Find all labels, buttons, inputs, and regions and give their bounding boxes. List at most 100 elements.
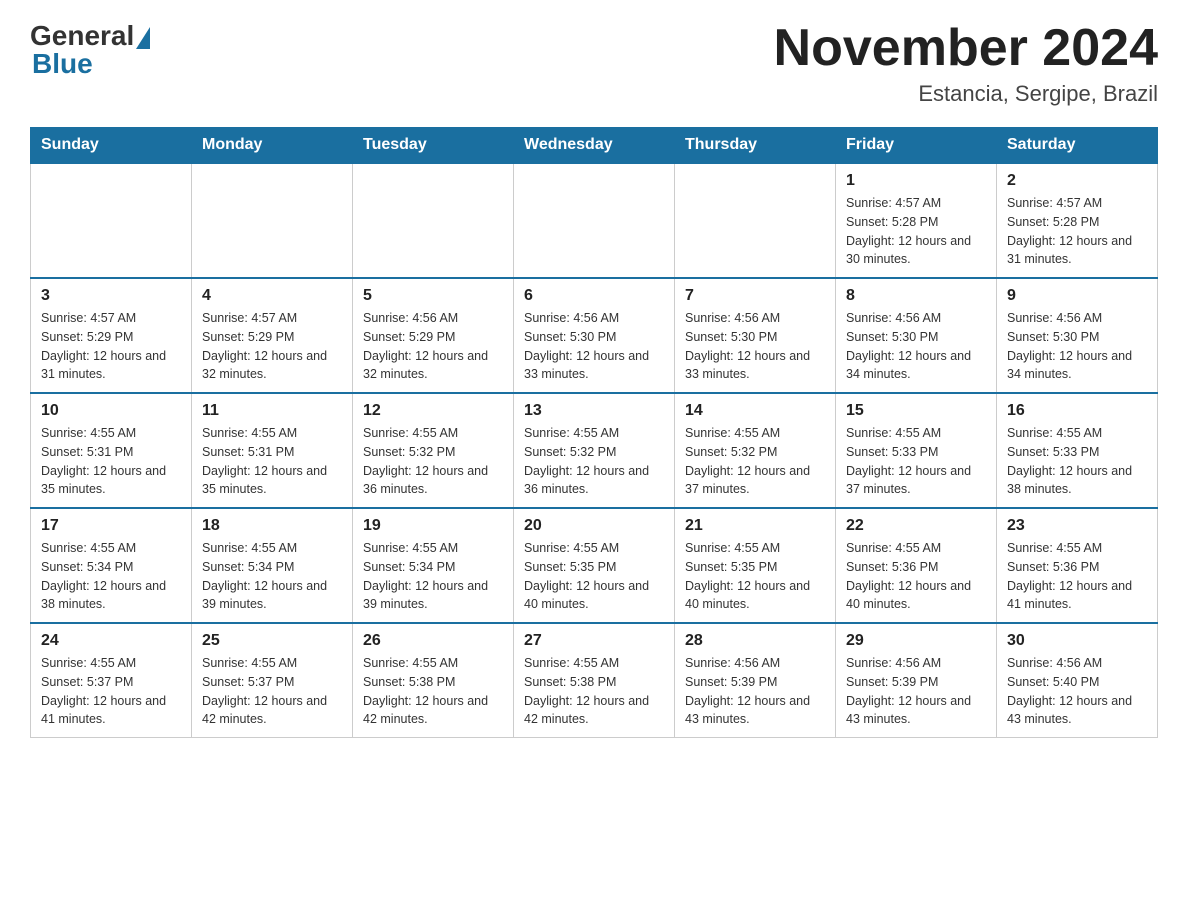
day-number: 4 bbox=[202, 287, 342, 305]
calendar-cell: 26 Sunrise: 4:55 AMSunset: 5:38 PMDayligh… bbox=[353, 623, 514, 738]
calendar-cell bbox=[31, 163, 192, 278]
day-number: 20 bbox=[524, 517, 664, 535]
calendar-cell: 25 Sunrise: 4:55 AMSunset: 5:37 PMDayligh… bbox=[192, 623, 353, 738]
week-row-4: 17 Sunrise: 4:55 AMSunset: 5:34 PMDayligh… bbox=[31, 508, 1158, 623]
calendar-cell: 13 Sunrise: 4:55 AMSunset: 5:32 PMDayligh… bbox=[514, 393, 675, 508]
day-header-wednesday: Wednesday bbox=[514, 128, 675, 164]
calendar-cell: 16 Sunrise: 4:55 AMSunset: 5:33 PMDayligh… bbox=[997, 393, 1158, 508]
calendar-cell: 1 Sunrise: 4:57 AMSunset: 5:28 PMDaylight… bbox=[836, 163, 997, 278]
day-header-thursday: Thursday bbox=[675, 128, 836, 164]
day-sun-info: Sunrise: 4:56 AMSunset: 5:40 PMDaylight:… bbox=[1007, 654, 1147, 729]
calendar-cell: 23Sunrise: 4:55 AMSunset: 5:36 PMDayligh… bbox=[997, 508, 1158, 623]
day-number: 14 bbox=[685, 402, 825, 420]
day-number: 25 bbox=[202, 632, 342, 650]
calendar-cell: 29 Sunrise: 4:56 AMSunset: 5:39 PMDayligh… bbox=[836, 623, 997, 738]
day-sun-info: Sunrise: 4:55 AMSunset: 5:33 PMDaylight:… bbox=[1007, 424, 1147, 499]
day-sun-info: Sunrise: 4:57 AMSunset: 5:29 PMDaylight:… bbox=[202, 309, 342, 384]
calendar-cell: 14 Sunrise: 4:55 AMSunset: 5:32 PMDayligh… bbox=[675, 393, 836, 508]
day-number: 17 bbox=[41, 517, 181, 535]
calendar-cell: 10 Sunrise: 4:55 AMSunset: 5:31 PMDayligh… bbox=[31, 393, 192, 508]
day-sun-info: Sunrise: 4:55 AMSunset: 5:32 PMDaylight:… bbox=[524, 424, 664, 499]
title-block: November 2024 Estancia, Sergipe, Brazil bbox=[774, 20, 1158, 107]
calendar-cell: 9 Sunrise: 4:56 AMSunset: 5:30 PMDaylight… bbox=[997, 278, 1158, 393]
calendar-cell: 27 Sunrise: 4:55 AMSunset: 5:38 PMDayligh… bbox=[514, 623, 675, 738]
day-sun-info: Sunrise: 4:57 AMSunset: 5:28 PMDaylight:… bbox=[846, 194, 986, 269]
day-number: 16 bbox=[1007, 402, 1147, 420]
day-header-friday: Friday bbox=[836, 128, 997, 164]
day-sun-info: Sunrise: 4:55 AMSunset: 5:37 PMDaylight:… bbox=[41, 654, 181, 729]
week-row-2: 3 Sunrise: 4:57 AMSunset: 5:29 PMDaylight… bbox=[31, 278, 1158, 393]
day-number: 9 bbox=[1007, 287, 1147, 305]
day-sun-info: Sunrise: 4:55 AMSunset: 5:38 PMDaylight:… bbox=[524, 654, 664, 729]
day-sun-info: Sunrise: 4:55 AMSunset: 5:37 PMDaylight:… bbox=[202, 654, 342, 729]
calendar-cell: 18 Sunrise: 4:55 AMSunset: 5:34 PMDayligh… bbox=[192, 508, 353, 623]
day-number: 28 bbox=[685, 632, 825, 650]
day-sun-info: Sunrise: 4:55 AMSunset: 5:31 PMDaylight:… bbox=[202, 424, 342, 499]
day-number: 3 bbox=[41, 287, 181, 305]
day-sun-info: Sunrise: 4:56 AMSunset: 5:29 PMDaylight:… bbox=[363, 309, 503, 384]
day-sun-info: Sunrise: 4:55 AMSunset: 5:34 PMDaylight:… bbox=[41, 539, 181, 614]
day-sun-info: Sunrise: 4:55 AMSunset: 5:34 PMDaylight:… bbox=[202, 539, 342, 614]
calendar-cell: 24Sunrise: 4:55 AMSunset: 5:37 PMDayligh… bbox=[31, 623, 192, 738]
calendar-cell: 19 Sunrise: 4:55 AMSunset: 5:34 PMDayligh… bbox=[353, 508, 514, 623]
calendar-cell: 11Sunrise: 4:55 AMSunset: 5:31 PMDayligh… bbox=[192, 393, 353, 508]
day-sun-info: Sunrise: 4:55 AMSunset: 5:38 PMDaylight:… bbox=[363, 654, 503, 729]
day-number: 21 bbox=[685, 517, 825, 535]
calendar-cell: 2 Sunrise: 4:57 AMSunset: 5:28 PMDaylight… bbox=[997, 163, 1158, 278]
calendar-cell bbox=[514, 163, 675, 278]
day-number: 19 bbox=[363, 517, 503, 535]
logo-triangle-icon bbox=[136, 27, 150, 49]
day-sun-info: Sunrise: 4:56 AMSunset: 5:39 PMDaylight:… bbox=[685, 654, 825, 729]
day-sun-info: Sunrise: 4:56 AMSunset: 5:30 PMDaylight:… bbox=[1007, 309, 1147, 384]
day-sun-info: Sunrise: 4:55 AMSunset: 5:34 PMDaylight:… bbox=[363, 539, 503, 614]
day-number: 26 bbox=[363, 632, 503, 650]
calendar-cell bbox=[192, 163, 353, 278]
day-sun-info: Sunrise: 4:55 AMSunset: 5:35 PMDaylight:… bbox=[685, 539, 825, 614]
day-sun-info: Sunrise: 4:55 AMSunset: 5:32 PMDaylight:… bbox=[363, 424, 503, 499]
day-number: 13 bbox=[524, 402, 664, 420]
day-number: 6 bbox=[524, 287, 664, 305]
day-sun-info: Sunrise: 4:57 AMSunset: 5:29 PMDaylight:… bbox=[41, 309, 181, 384]
day-sun-info: Sunrise: 4:55 AMSunset: 5:32 PMDaylight:… bbox=[685, 424, 825, 499]
day-number: 10 bbox=[41, 402, 181, 420]
calendar-cell: 20 Sunrise: 4:55 AMSunset: 5:35 PMDayligh… bbox=[514, 508, 675, 623]
day-number: 8 bbox=[846, 287, 986, 305]
day-header-saturday: Saturday bbox=[997, 128, 1158, 164]
day-sun-info: Sunrise: 4:55 AMSunset: 5:35 PMDaylight:… bbox=[524, 539, 664, 614]
day-sun-info: Sunrise: 4:55 AMSunset: 5:31 PMDaylight:… bbox=[41, 424, 181, 499]
day-number: 2 bbox=[1007, 172, 1147, 190]
logo: General Blue bbox=[30, 20, 150, 80]
day-sun-info: Sunrise: 4:56 AMSunset: 5:39 PMDaylight:… bbox=[846, 654, 986, 729]
calendar-cell: 4 Sunrise: 4:57 AMSunset: 5:29 PMDaylight… bbox=[192, 278, 353, 393]
day-number: 27 bbox=[524, 632, 664, 650]
calendar-cell: 28 Sunrise: 4:56 AMSunset: 5:39 PMDayligh… bbox=[675, 623, 836, 738]
day-number: 29 bbox=[846, 632, 986, 650]
logo-blue-text: Blue bbox=[32, 48, 93, 80]
calendar-table: SundayMondayTuesdayWednesdayThursdayFrid… bbox=[30, 127, 1158, 738]
day-sun-info: Sunrise: 4:55 AMSunset: 5:36 PMDaylight:… bbox=[846, 539, 986, 614]
calendar-cell bbox=[675, 163, 836, 278]
calendar-cell: 7 Sunrise: 4:56 AMSunset: 5:30 PMDaylight… bbox=[675, 278, 836, 393]
day-sun-info: Sunrise: 4:56 AMSunset: 5:30 PMDaylight:… bbox=[846, 309, 986, 384]
day-sun-info: Sunrise: 4:55 AMSunset: 5:36 PMDaylight:… bbox=[1007, 539, 1147, 614]
calendar-cell: 21 Sunrise: 4:55 AMSunset: 5:35 PMDayligh… bbox=[675, 508, 836, 623]
week-row-3: 10 Sunrise: 4:55 AMSunset: 5:31 PMDayligh… bbox=[31, 393, 1158, 508]
day-sun-info: Sunrise: 4:55 AMSunset: 5:33 PMDaylight:… bbox=[846, 424, 986, 499]
calendar-cell: 22Sunrise: 4:55 AMSunset: 5:36 PMDayligh… bbox=[836, 508, 997, 623]
page-header: General Blue November 2024 Estancia, Ser… bbox=[30, 20, 1158, 107]
calendar-cell: 5 Sunrise: 4:56 AMSunset: 5:29 PMDaylight… bbox=[353, 278, 514, 393]
calendar-cell: 8 Sunrise: 4:56 AMSunset: 5:30 PMDaylight… bbox=[836, 278, 997, 393]
day-number: 7 bbox=[685, 287, 825, 305]
day-sun-info: Sunrise: 4:57 AMSunset: 5:28 PMDaylight:… bbox=[1007, 194, 1147, 269]
day-number: 1 bbox=[846, 172, 986, 190]
day-number: 18 bbox=[202, 517, 342, 535]
calendar-cell: 30 Sunrise: 4:56 AMSunset: 5:40 PMDayligh… bbox=[997, 623, 1158, 738]
day-number: 5 bbox=[363, 287, 503, 305]
day-header-monday: Monday bbox=[192, 128, 353, 164]
week-row-1: 1 Sunrise: 4:57 AMSunset: 5:28 PMDaylight… bbox=[31, 163, 1158, 278]
day-number: 30 bbox=[1007, 632, 1147, 650]
day-sun-info: Sunrise: 4:56 AMSunset: 5:30 PMDaylight:… bbox=[685, 309, 825, 384]
location-subtitle: Estancia, Sergipe, Brazil bbox=[774, 81, 1158, 107]
calendar-cell bbox=[353, 163, 514, 278]
month-year-title: November 2024 bbox=[774, 20, 1158, 77]
